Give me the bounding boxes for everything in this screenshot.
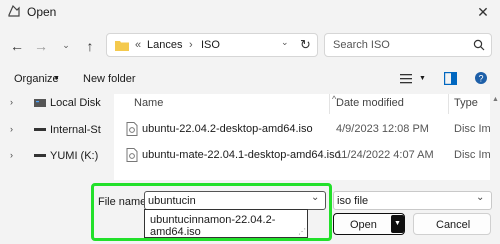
address-dropdown-icon[interactable]: ⌄ [281,37,289,48]
cancel-button[interactable]: Cancel [413,213,491,235]
file-type: Disc Im [454,123,491,135]
folder-icon [115,39,129,51]
column-header-type[interactable]: Type [454,97,478,109]
sidebar-item-internal-st[interactable]: Internal-St [50,124,101,136]
file-list: Name ^ Date modified Type ubuntu-22.04.2… [114,94,494,180]
recent-locations-button[interactable]: ⌄ [58,37,74,53]
file-type-value: iso file [337,195,369,207]
file-name: ubuntu-mate-22.04.1-desktop-amd64.iso [142,149,341,161]
view-menu-icon[interactable] [400,73,412,84]
sidebar-item-local-disk[interactable]: Local Disk [50,97,101,109]
drive-icon [34,128,46,132]
navigation-pane: › Local Disk › Internal-St › YUMI (K:) [0,94,114,180]
file-type-select[interactable]: iso file ⌄ [333,191,492,210]
vertical-scrollbar[interactable]: ▲ [490,94,500,180]
open-options-dropdown-icon: ▼ [394,220,401,227]
file-date: 11/24/2022 4:07 AM [336,149,434,161]
file-type: Disc Im [454,149,491,161]
disc-image-file-icon [126,122,138,136]
scroll-up-icon[interactable]: ▲ [492,96,499,103]
expand-chevron-icon[interactable]: › [10,97,13,107]
search-icon [473,39,485,51]
drive-icon [34,99,46,107]
file-name: ubuntu-22.04.2-desktop-amd64.iso [142,123,313,135]
up-button[interactable]: ↑ [82,38,98,54]
disc-image-file-icon [126,148,138,162]
open-dialog-icon [7,4,21,18]
column-header-name[interactable]: Name [134,97,163,109]
svg-text:?: ? [478,74,483,84]
column-divider [329,94,330,114]
open-options-button[interactable]: ▼ [391,215,404,233]
path-overflow[interactable]: « [135,39,141,51]
highlight-box [91,183,332,241]
file-row[interactable]: ubuntu-mate-22.04.1-desktop-amd64.iso 11… [114,144,494,166]
cancel-button-label: Cancel [436,219,471,231]
column-header-date[interactable]: Date modified [336,97,404,109]
window-title: Open [27,5,57,19]
breadcrumb-lances[interactable]: Lances [147,39,182,51]
refresh-icon[interactable]: ↻ [300,37,311,53]
open-button-label: Open [350,219,377,231]
address-bar[interactable]: « Lances › ISO ⌄ ↻ [106,33,318,57]
file-type-dropdown-icon: ⌄ [476,192,485,203]
file-row[interactable]: ubuntu-22.04.2-desktop-amd64.iso 4/9/202… [114,118,494,140]
sidebar-item-yumi[interactable]: YUMI (K:) [50,150,98,162]
file-date: 4/9/2023 12:08 PM [336,123,429,135]
view-dropdown-icon[interactable]: ▼ [419,75,426,82]
breadcrumb-iso[interactable]: ISO [201,39,220,51]
column-divider [448,94,449,114]
expand-chevron-icon[interactable]: › [10,124,13,134]
title-bar [0,0,500,24]
usb-drive-icon [34,154,46,158]
close-button[interactable]: ✕ [472,2,494,22]
organize-button[interactable]: Organize [14,73,59,85]
preview-pane-icon[interactable] [444,72,457,85]
search-input[interactable]: Search ISO [333,39,390,51]
search-box[interactable]: Search ISO [324,33,492,57]
open-button[interactable]: Open ▼ [333,213,405,235]
organize-dropdown-icon: ▼ [53,75,60,82]
new-folder-button[interactable]: New folder [83,73,136,85]
breadcrumb-separator: › [189,39,193,51]
expand-chevron-icon[interactable]: › [10,150,13,160]
forward-button[interactable]: → [33,38,49,54]
help-icon[interactable]: ? [474,71,488,85]
back-button[interactable]: ← [9,38,25,54]
